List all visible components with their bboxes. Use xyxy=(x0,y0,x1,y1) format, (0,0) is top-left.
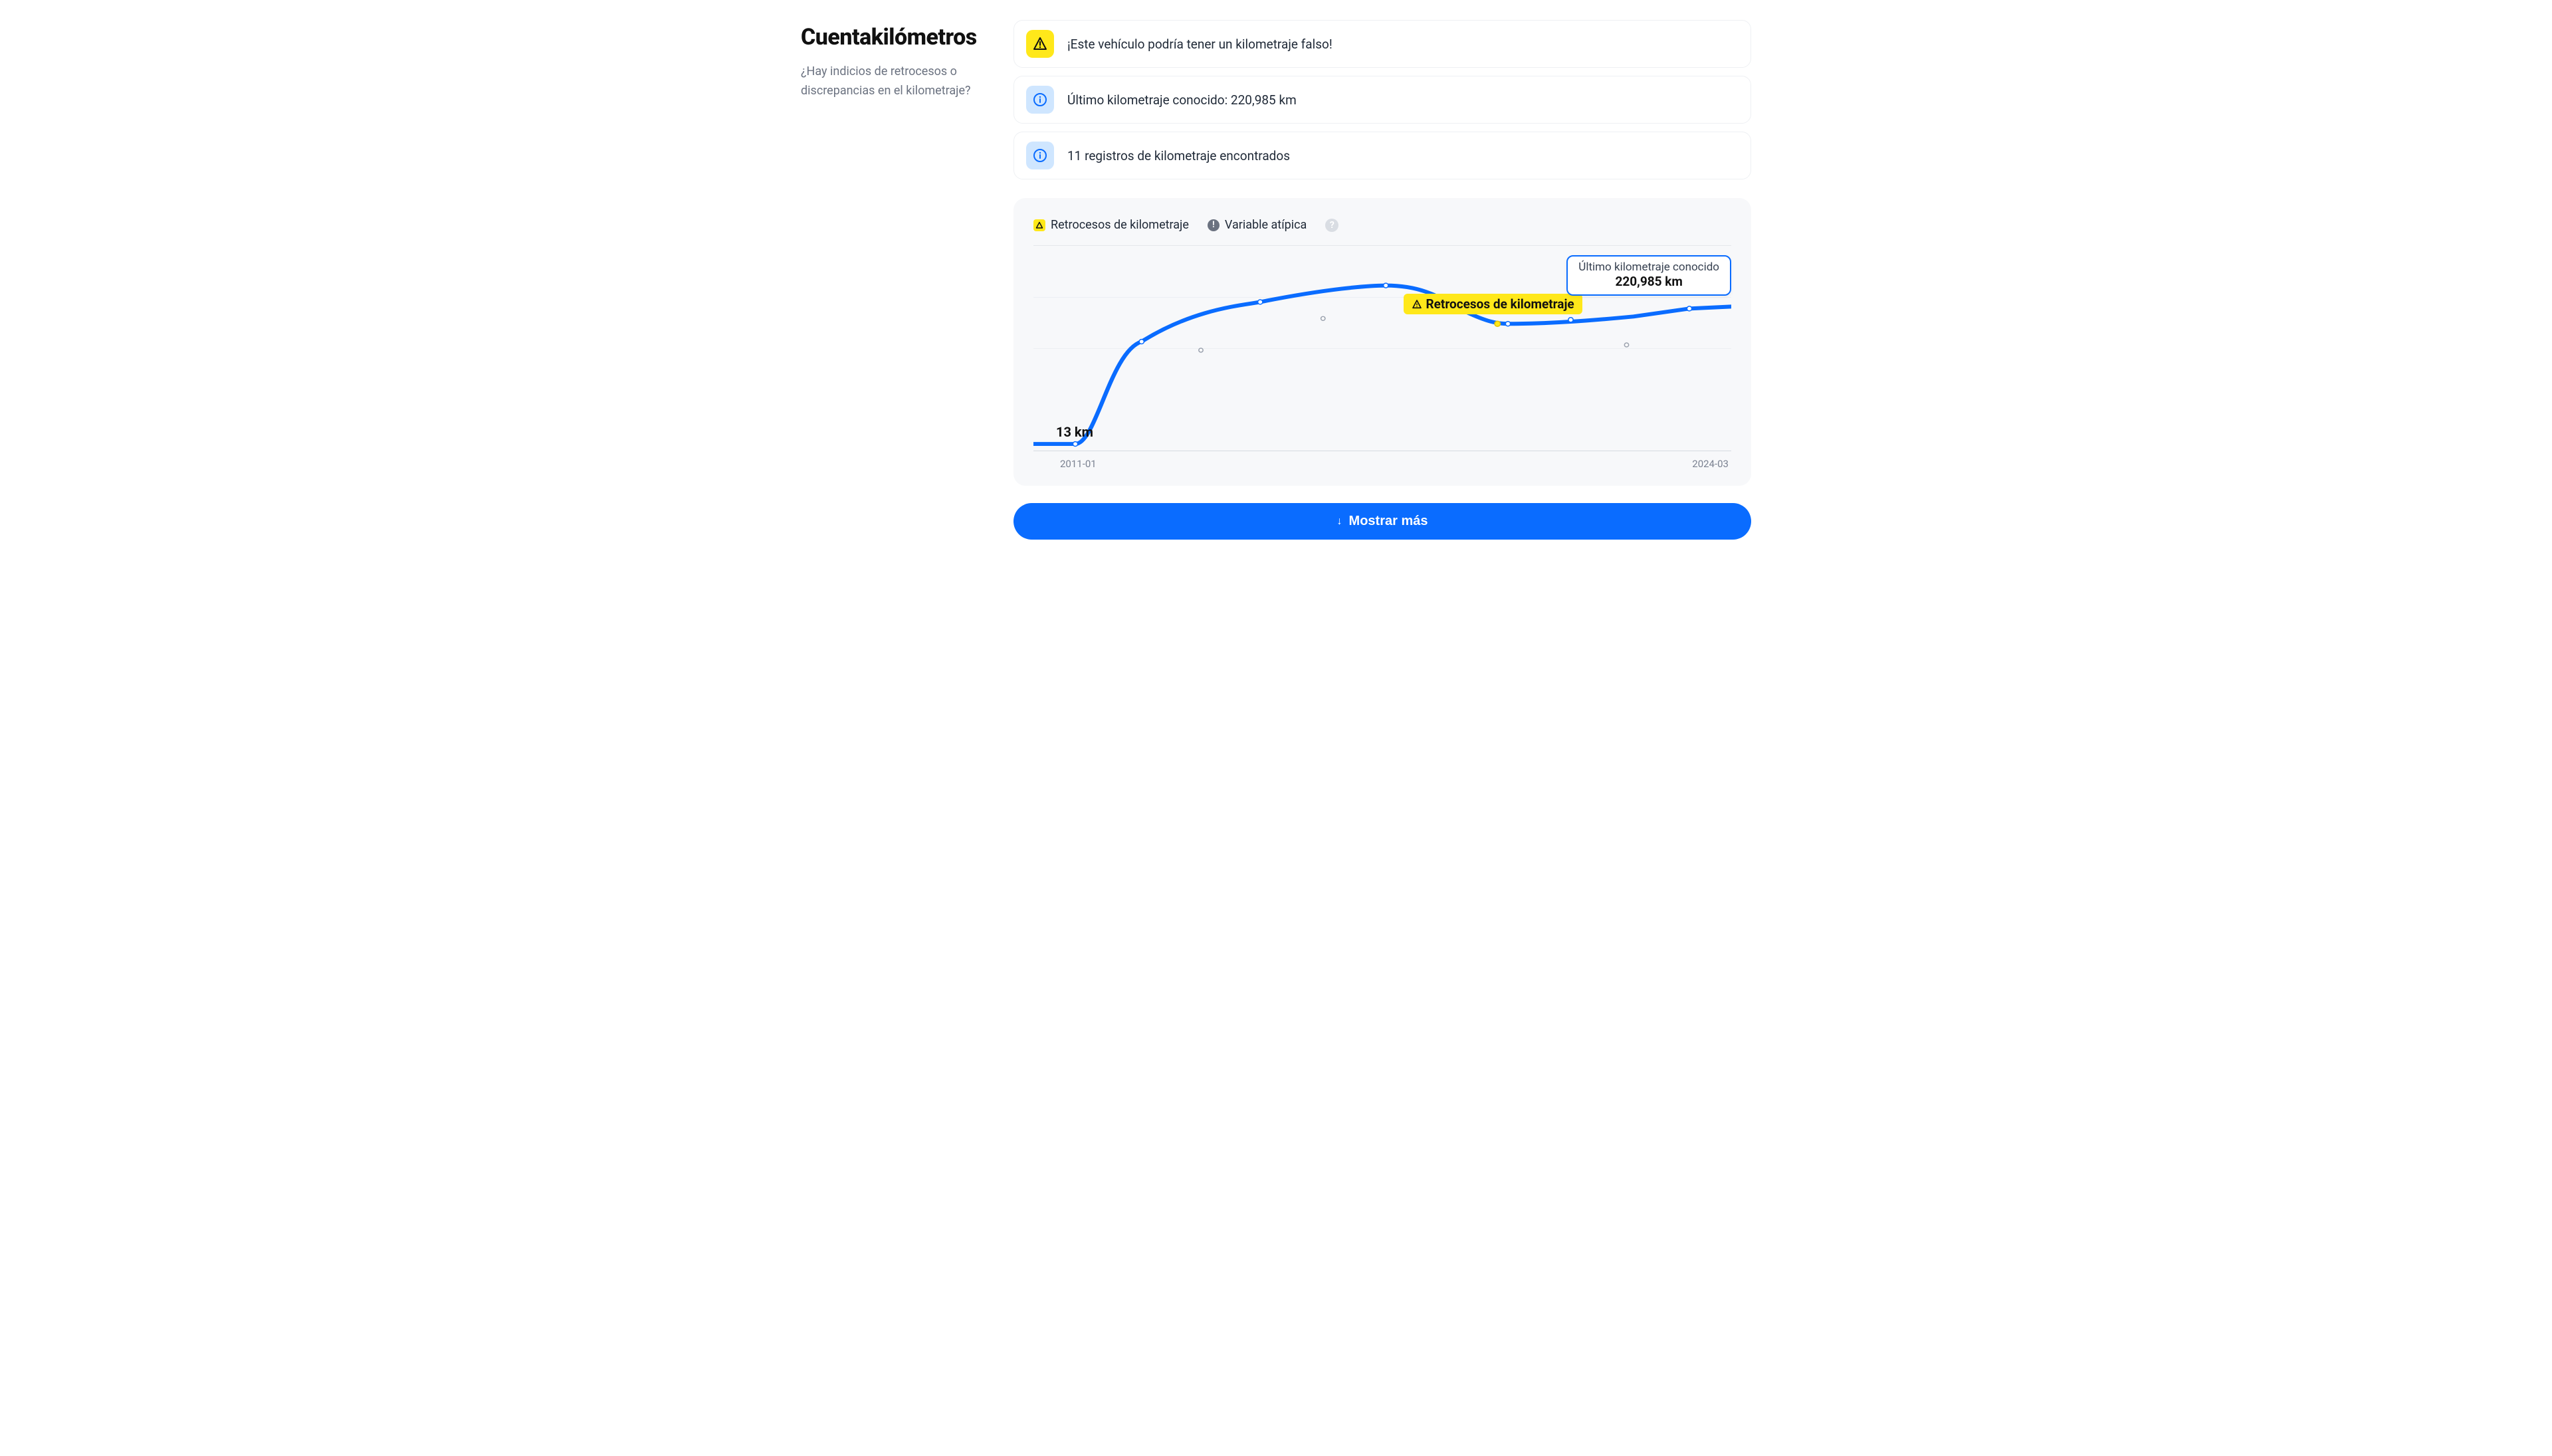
show-more-button[interactable]: ↓ Mostrar más xyxy=(1013,503,1751,540)
info-icon xyxy=(1026,86,1054,114)
info-last-known: Último kilometraje conocido: 220,985 km xyxy=(1013,76,1751,124)
help-icon[interactable]: ? xyxy=(1325,219,1338,232)
chart-legend: Retrocesos de kilometraje ! Variable atí… xyxy=(1033,218,1731,232)
info-icon xyxy=(1026,142,1054,169)
info-text: Último kilometraje conocido: 220,985 km xyxy=(1067,92,1297,108)
legend-label: Variable atípica xyxy=(1225,218,1307,232)
show-more-label: Mostrar más xyxy=(1349,514,1428,529)
mileage-chart-card: Retrocesos de kilometraje ! Variable atí… xyxy=(1013,198,1751,486)
chart-svg xyxy=(1033,246,1731,451)
alert-fake-mileage: ¡Este vehículo podría tener un kilometra… xyxy=(1013,20,1751,68)
warning-icon xyxy=(1033,219,1045,231)
alert-text: ¡Este vehículo podría tener un kilometra… xyxy=(1067,37,1332,52)
mileage-chart: 13 km Retrocesos de kilometraje Último k… xyxy=(1033,245,1731,451)
exclamation-icon: ! xyxy=(1208,219,1220,231)
info-records-found: 11 registros de kilometraje encontrados xyxy=(1013,132,1751,179)
legend-label: Retrocesos de kilometraje xyxy=(1051,218,1189,232)
info-text: 11 registros de kilometraje encontrados xyxy=(1067,148,1290,163)
legend-outlier: ! Variable atípica xyxy=(1208,218,1307,232)
x-tick-start: 2011-01 xyxy=(1060,458,1097,470)
x-tick-end: 2024-03 xyxy=(1692,458,1729,470)
chart-x-axis: 2011-01 2024-03 xyxy=(1033,457,1731,470)
section-subtitle: ¿Hay indicios de retrocesos o discrepanc… xyxy=(801,62,994,101)
section-title: Cuentakilómetros xyxy=(801,24,994,51)
warning-icon xyxy=(1026,30,1054,58)
arrow-down-icon: ↓ xyxy=(1337,516,1342,528)
legend-rollbacks: Retrocesos de kilometraje xyxy=(1033,218,1189,232)
